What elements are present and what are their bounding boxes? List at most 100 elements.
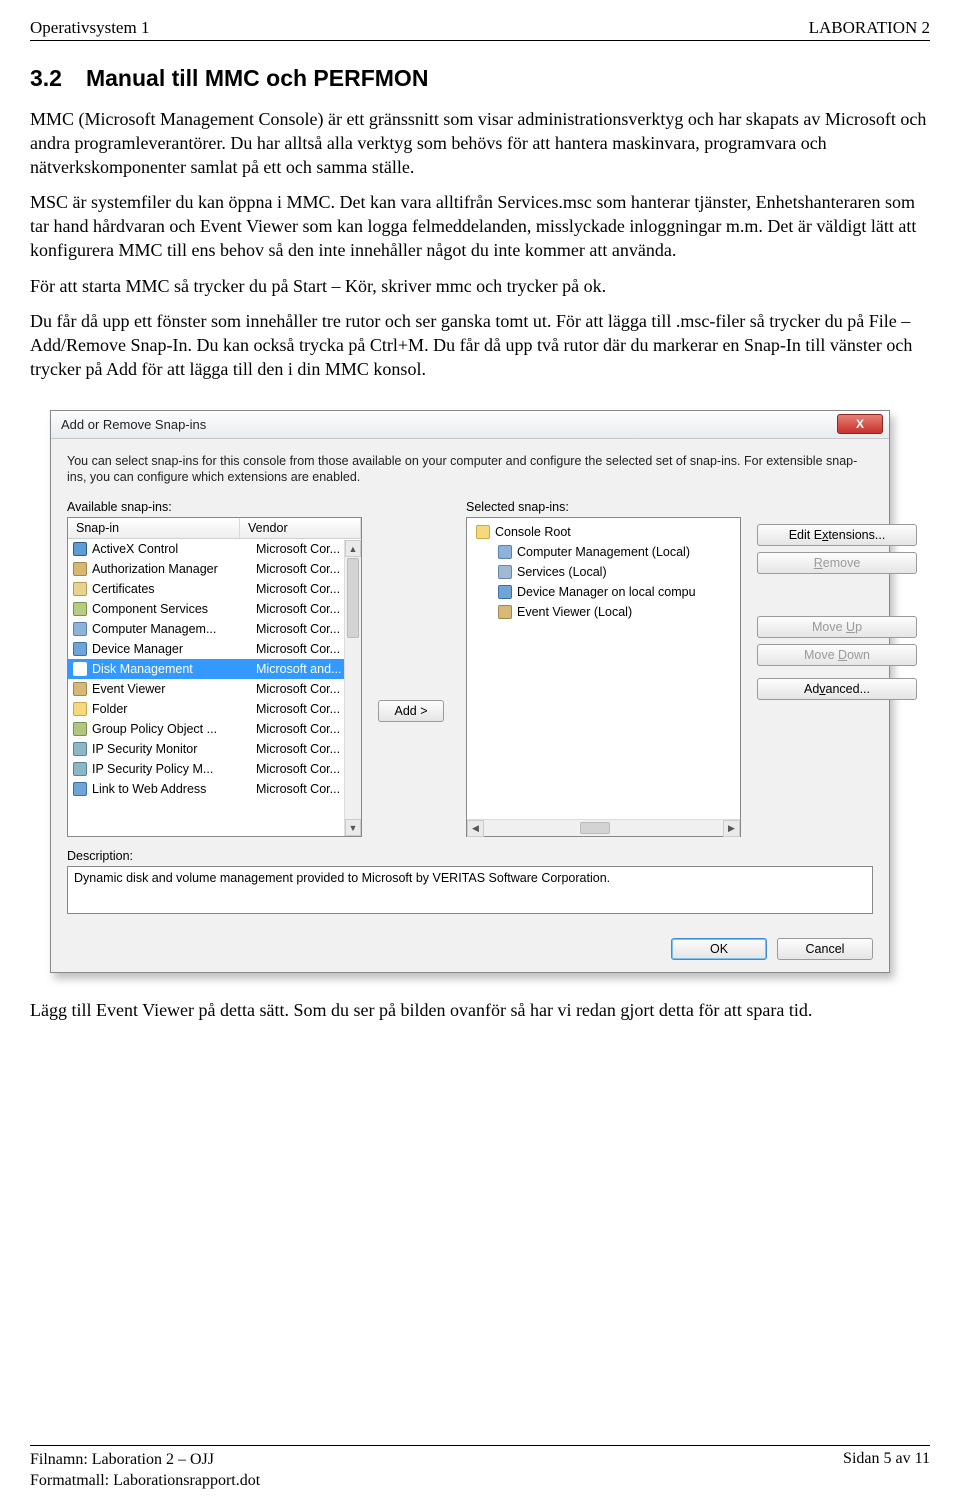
snapin-icon — [72, 581, 88, 597]
snapin-vendor: Microsoft Cor... — [256, 782, 357, 796]
snapin-icon — [72, 541, 88, 557]
snapin-name: Component Services — [92, 602, 256, 616]
col-snapin[interactable]: Snap-in — [68, 518, 240, 538]
list-item[interactable]: Device ManagerMicrosoft Cor... — [68, 639, 361, 659]
snapin-name: Certificates — [92, 582, 256, 596]
snapin-vendor: Microsoft Cor... — [256, 582, 357, 596]
snapin-vendor: Microsoft Cor... — [256, 562, 357, 576]
footer-filename: Filnamn: Laboration 2 – OJJ — [30, 1450, 260, 1471]
snapin-vendor: Microsoft Cor... — [256, 602, 357, 616]
advanced-button[interactable]: Advanced... — [757, 678, 917, 700]
snapin-vendor: Microsoft Cor... — [256, 642, 357, 656]
add-button[interactable]: Add > — [378, 700, 444, 722]
move-up-button[interactable]: Move Up — [757, 616, 917, 638]
snapin-name: Event Viewer — [92, 682, 256, 696]
list-item[interactable]: Group Policy Object ...Microsoft Cor... — [68, 719, 361, 739]
tree-icon — [497, 604, 513, 620]
paragraph-3: För att starta MMC så trycker du på Star… — [30, 275, 930, 299]
tree-item-label: Computer Management (Local) — [517, 545, 690, 559]
snapin-name: IP Security Monitor — [92, 742, 256, 756]
tree-icon — [475, 524, 491, 540]
list-item[interactable]: ActiveX ControlMicrosoft Cor... — [68, 539, 361, 559]
tree-item-label: Console Root — [495, 525, 571, 539]
tree-item[interactable]: Device Manager on local compu — [471, 582, 740, 602]
snapin-vendor: Microsoft Cor... — [256, 622, 357, 636]
scroll-thumb[interactable] — [347, 558, 359, 638]
tree-item[interactable]: Computer Management (Local) — [471, 542, 740, 562]
snapin-icon — [72, 741, 88, 757]
col-vendor[interactable]: Vendor — [240, 518, 361, 538]
footer-page: Sidan 5 av 11 — [843, 1450, 930, 1492]
snapins-dialog: Add or Remove Snap-ins X You can select … — [50, 410, 890, 974]
move-down-button[interactable]: Move Down — [757, 644, 917, 666]
remove-button[interactable]: Remove — [757, 552, 917, 574]
list-item[interactable]: Link to Web AddressMicrosoft Cor... — [68, 779, 361, 799]
snapin-name: Group Policy Object ... — [92, 722, 256, 736]
snapin-name: Link to Web Address — [92, 782, 256, 796]
snapin-name: Authorization Manager — [92, 562, 256, 576]
list-item[interactable]: IP Security Policy M...Microsoft Cor... — [68, 759, 361, 779]
snapin-icon — [72, 601, 88, 617]
list-item[interactable]: CertificatesMicrosoft Cor... — [68, 579, 361, 599]
paragraph-5: Lägg till Event Viewer på detta sätt. So… — [30, 999, 930, 1023]
paragraph-1: MMC (Microsoft Management Console) är et… — [30, 108, 930, 179]
available-headers[interactable]: Snap-in Vendor — [68, 518, 361, 539]
snapin-icon — [72, 701, 88, 717]
list-item[interactable]: Computer Managem...Microsoft Cor... — [68, 619, 361, 639]
snapin-name: Device Manager — [92, 642, 256, 656]
tree-icon — [497, 544, 513, 560]
header-left: Operativsystem 1 — [30, 18, 149, 38]
snapin-icon — [72, 561, 88, 577]
snapin-vendor: Microsoft Cor... — [256, 542, 357, 556]
snapin-vendor: Microsoft Cor... — [256, 722, 357, 736]
list-item[interactable]: Disk ManagementMicrosoft and... — [68, 659, 361, 679]
snapin-name: ActiveX Control — [92, 542, 256, 556]
vertical-scrollbar[interactable]: ▲ ▼ — [344, 540, 361, 836]
scroll-right-icon[interactable]: ▶ — [723, 820, 740, 837]
snapin-vendor: Microsoft and... — [256, 662, 357, 676]
selected-tree[interactable]: Console Root Computer Management (Local) S… — [466, 517, 741, 837]
section-heading: 3.2 Manual till MMC och PERFMON — [30, 65, 930, 92]
snapin-name: IP Security Policy M... — [92, 762, 256, 776]
footer-template: Formatmall: Laborationsrapport.dot — [30, 1471, 260, 1492]
snapin-vendor: Microsoft Cor... — [256, 682, 357, 696]
selected-label: Selected snap-ins: — [466, 500, 741, 514]
header-right: LABORATION 2 — [809, 18, 930, 38]
list-item[interactable]: IP Security MonitorMicrosoft Cor... — [68, 739, 361, 759]
paragraph-4: Du får då upp ett fönster som innehåller… — [30, 310, 930, 381]
cancel-button[interactable]: Cancel — [777, 938, 873, 960]
available-listbox[interactable]: Snap-in Vendor ActiveX ControlMicrosoft … — [67, 517, 362, 837]
scroll-up-icon[interactable]: ▲ — [345, 540, 361, 557]
horizontal-scrollbar[interactable]: ◀ ▶ — [467, 819, 740, 836]
tree-item[interactable]: Event Viewer (Local) — [471, 602, 740, 622]
tree-item[interactable]: Services (Local) — [471, 562, 740, 582]
snapin-name: Disk Management — [92, 662, 256, 676]
scroll-down-icon[interactable]: ▼ — [345, 819, 361, 836]
paragraph-2: MSC är systemfiler du kan öppna i MMC. D… — [30, 191, 930, 262]
snapin-icon — [72, 641, 88, 657]
description-label: Description: — [67, 849, 873, 863]
dialog-titlebar[interactable]: Add or Remove Snap-ins X — [51, 411, 889, 439]
section-title: Manual till MMC och PERFMON — [86, 65, 428, 91]
add-button-label: Add > — [394, 704, 427, 718]
dialog-title: Add or Remove Snap-ins — [61, 417, 837, 432]
ok-button[interactable]: OK — [671, 938, 767, 960]
snapin-icon — [72, 761, 88, 777]
tree-item[interactable]: Console Root — [471, 522, 740, 542]
close-button[interactable]: X — [837, 414, 883, 434]
hscroll-thumb[interactable] — [580, 822, 610, 834]
edit-extensions-button[interactable]: Edit Extensions... — [757, 524, 917, 546]
list-item[interactable]: FolderMicrosoft Cor... — [68, 699, 361, 719]
snapin-icon — [72, 621, 88, 637]
tree-item-label: Services (Local) — [517, 565, 607, 579]
list-item[interactable]: Authorization ManagerMicrosoft Cor... — [68, 559, 361, 579]
list-item[interactable]: Component ServicesMicrosoft Cor... — [68, 599, 361, 619]
snapin-vendor: Microsoft Cor... — [256, 762, 357, 776]
description-box: Dynamic disk and volume management provi… — [67, 866, 873, 914]
snapin-vendor: Microsoft Cor... — [256, 742, 357, 756]
snapin-name: Folder — [92, 702, 256, 716]
list-item[interactable]: Event ViewerMicrosoft Cor... — [68, 679, 361, 699]
scroll-left-icon[interactable]: ◀ — [467, 820, 484, 837]
tree-icon — [497, 564, 513, 580]
section-number: 3.2 — [30, 65, 62, 92]
